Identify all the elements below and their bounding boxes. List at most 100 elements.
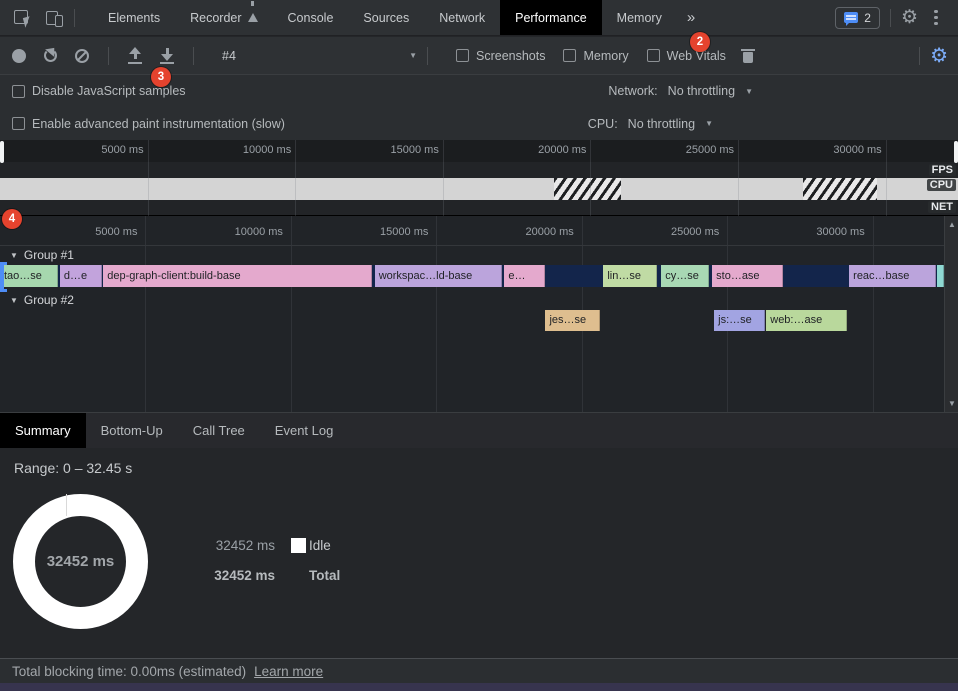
tabbar-right-cluster: 2 ⚙ xyxy=(835,7,950,29)
step-badge-4: 4 xyxy=(2,209,22,229)
net-lane-label: NET xyxy=(928,201,956,213)
overview-gridline xyxy=(738,140,739,216)
overview-gridline xyxy=(295,140,296,216)
panel-tabs: ElementsRecorderConsoleSourcesNetworkPer… xyxy=(93,0,677,35)
collapse-triangle-icon: ▼ xyxy=(10,296,18,305)
scroll-up-icon[interactable]: ▲ xyxy=(948,220,956,229)
donut-seam xyxy=(66,494,67,516)
tab-memory[interactable]: Memory xyxy=(602,0,677,35)
flame-tick-label: 25000 ms xyxy=(671,226,719,238)
flame-event[interactable]: d…e xyxy=(60,265,102,287)
clear-recording-button[interactable] xyxy=(75,49,89,63)
tab-recorder[interactable]: Recorder xyxy=(175,0,272,35)
checkbox xyxy=(12,85,25,98)
network-throttling-select[interactable]: Network: No throttling ▼ xyxy=(608,84,753,98)
settings-gear-icon[interactable]: ⚙ xyxy=(901,8,918,27)
timeline-overview[interactable]: 5000 ms10000 ms15000 ms20000 ms25000 ms3… xyxy=(0,140,958,216)
flame-event[interactable]: web:…ase xyxy=(766,310,847,331)
overview-tick-label: 30000 ms xyxy=(833,144,881,156)
cpu-lane-label: CPU xyxy=(927,179,956,191)
flame-event[interactable]: cy…se xyxy=(661,265,709,287)
flame-event[interactable]: sto…ase xyxy=(712,265,783,287)
flame-vertical-scrollbar[interactable]: ▲ ▼ xyxy=(944,216,958,412)
detail-tab-bottom-up[interactable]: Bottom-Up xyxy=(86,413,178,448)
chevron-down-icon: ▼ xyxy=(745,87,753,96)
performance-toolbar: #4 ▼ Screenshots Memory Web Vitals ⚙ xyxy=(0,37,958,74)
flame-tick-label: 20000 ms xyxy=(526,226,574,238)
flame-event[interactable]: lin…se xyxy=(603,265,657,287)
group-header-1[interactable]: ▼Group #1 xyxy=(0,246,944,264)
tab-elements[interactable]: Elements xyxy=(93,0,175,35)
memory-checkbox[interactable]: Memory xyxy=(563,49,628,63)
chevron-down-icon: ▼ xyxy=(705,119,713,128)
detail-tab-call-tree[interactable]: Call Tree xyxy=(178,413,260,448)
status-bar: Total blocking time: 0.00ms (estimated) … xyxy=(0,658,958,683)
flame-event[interactable]: tao…se xyxy=(0,265,58,287)
flame-tick-label: 30000 ms xyxy=(816,226,864,238)
divider xyxy=(74,9,75,27)
total-blocking-time-text: Total blocking time: 0.00ms (estimated) xyxy=(12,664,246,679)
legend-value: 32452 ms xyxy=(193,568,275,583)
detail-tab-summary[interactable]: Summary xyxy=(0,413,86,448)
issues-button[interactable]: 2 xyxy=(835,7,880,29)
save-profile-button[interactable] xyxy=(160,48,174,64)
overview-ruler: 5000 ms10000 ms15000 ms20000 ms25000 ms3… xyxy=(0,140,958,162)
group-name: Group #2 xyxy=(24,293,74,307)
cpu-idle-hatch xyxy=(554,178,622,200)
scroll-down-icon[interactable]: ▼ xyxy=(948,399,956,408)
tab-performance[interactable]: Performance xyxy=(500,0,602,35)
group-header-2[interactable]: ▼ Group #2 xyxy=(0,291,944,309)
tab-sources[interactable]: Sources xyxy=(348,0,424,35)
overview-tick-label: 10000 ms xyxy=(243,144,291,156)
device-toolbar-icon[interactable] xyxy=(44,8,64,28)
overview-fps-lane: FPS xyxy=(0,162,958,178)
checkbox-label: Memory xyxy=(583,49,628,63)
learn-more-link[interactable]: Learn more xyxy=(254,664,323,679)
record-button[interactable] xyxy=(12,49,26,63)
fps-lane-label: FPS xyxy=(929,164,956,176)
checkbox xyxy=(647,49,660,62)
tab-network[interactable]: Network xyxy=(424,0,500,35)
trash-icon[interactable] xyxy=(742,49,754,63)
toolbar-checkboxes: Screenshots Memory Web Vitals xyxy=(438,49,726,63)
flame-event[interactable]: e… xyxy=(504,265,545,287)
checkbox xyxy=(456,49,469,62)
step-badge-3: 3 xyxy=(151,67,171,87)
flame-event[interactable]: workspac…ld-base xyxy=(375,265,503,287)
issues-count: 2 xyxy=(864,11,871,25)
selected-track-bracket xyxy=(0,262,7,292)
donut-center-label: 32452 ms xyxy=(47,553,115,570)
reload-and-record-button[interactable] xyxy=(44,49,57,62)
range-text: Range: 0 – 32.45 s xyxy=(14,460,132,476)
tab-console[interactable]: Console xyxy=(273,0,349,35)
capture-settings-gear-icon[interactable]: ⚙ xyxy=(930,46,948,66)
paint-instrumentation-checkbox[interactable]: Enable advanced paint instrumentation (s… xyxy=(12,117,285,131)
flame-chart[interactable]: ▲ ▼ 5000 ms10000 ms15000 ms20000 ms25000… xyxy=(0,216,958,412)
devtools-tabbar: ElementsRecorderConsoleSourcesNetworkPer… xyxy=(0,0,958,36)
cpu-value: No throttling xyxy=(628,117,695,131)
flame-event[interactable]: reac…base xyxy=(849,265,936,287)
flask-icon xyxy=(248,13,258,22)
inspect-element-icon[interactable] xyxy=(12,8,32,28)
load-profile-button[interactable] xyxy=(128,48,142,64)
screenshots-checkbox[interactable]: Screenshots xyxy=(456,49,545,63)
overview-cpu-lane: CPU xyxy=(0,178,958,200)
toolbar-right: ⚙ xyxy=(909,46,948,66)
detail-tab-event-log[interactable]: Event Log xyxy=(260,413,349,448)
checkbox xyxy=(563,49,576,62)
overview-gridline xyxy=(148,140,149,216)
flame-event[interactable]: js:…se xyxy=(714,310,765,331)
web-vitals-checkbox[interactable]: Web Vitals xyxy=(647,49,726,63)
overview-left-grip[interactable] xyxy=(0,141,4,163)
cpu-throttling-select[interactable]: CPU: No throttling ▼ xyxy=(588,117,713,131)
history-dropdown[interactable]: #4 ▼ xyxy=(222,49,417,63)
history-value: #4 xyxy=(222,49,236,63)
kebab-menu-icon[interactable] xyxy=(934,7,938,28)
flame-event[interactable]: jes…se xyxy=(545,310,600,331)
flame-event[interactable] xyxy=(937,265,944,287)
flame-event[interactable]: dep-graph-client:build-base xyxy=(103,265,372,287)
overview-right-grip[interactable] xyxy=(954,141,958,163)
more-tabs-button[interactable]: » xyxy=(677,9,705,26)
divider xyxy=(919,47,920,65)
cpu-label: CPU: xyxy=(588,117,618,131)
